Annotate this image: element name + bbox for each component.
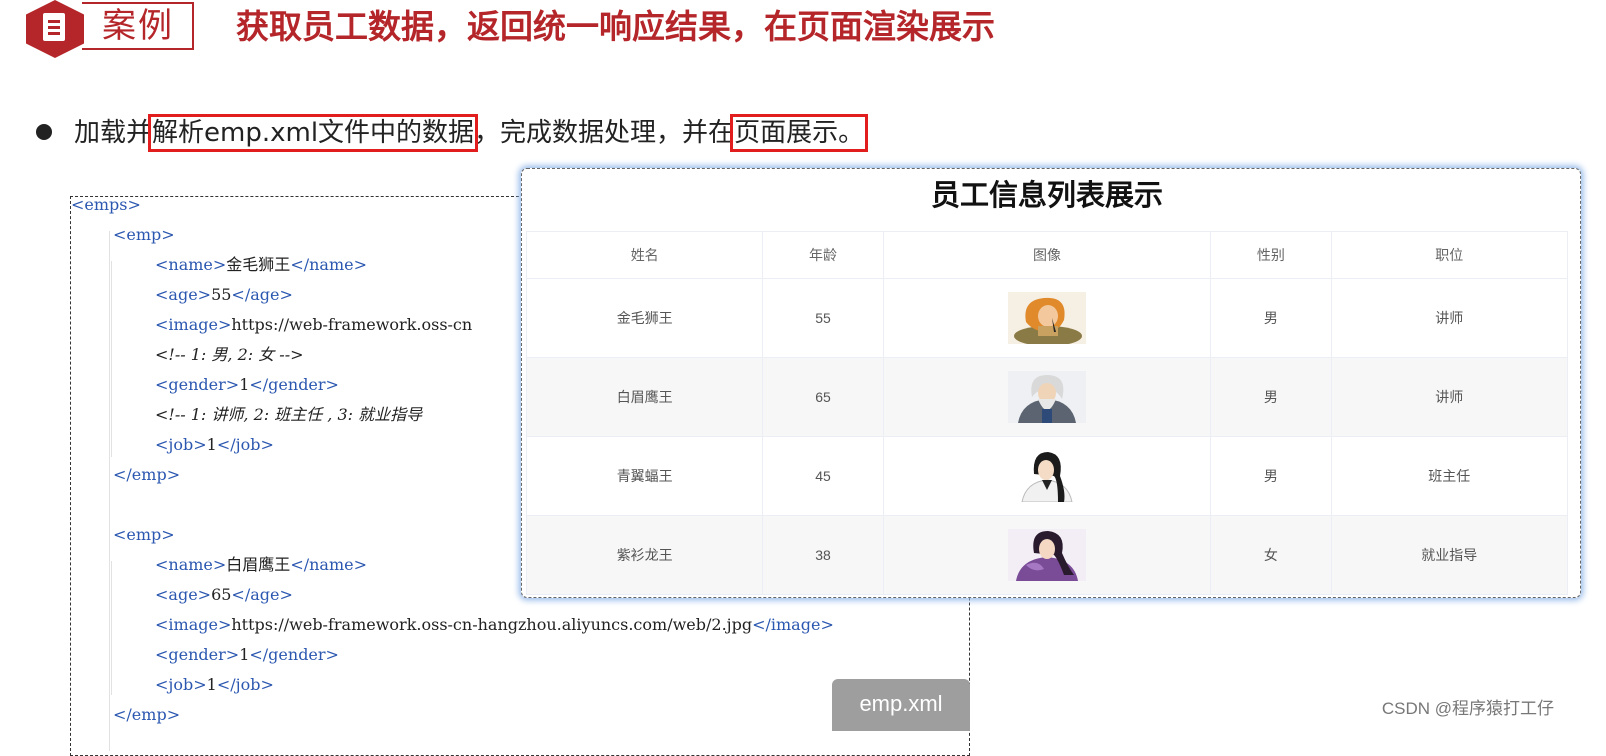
cell-age: 45 — [762, 436, 884, 516]
cell-gender: 男 — [1210, 357, 1332, 437]
code-line: <age>65</age> — [155, 585, 293, 604]
employee-avatar-icon — [1007, 529, 1086, 581]
task-prefix: 加载并 — [74, 118, 153, 148]
col-header-name: 姓名 — [525, 231, 764, 279]
file-tab-emp-xml[interactable]: emp.xml — [832, 679, 970, 731]
code-line: <gender>1</gender> — [155, 375, 339, 394]
case-badge: 案例 — [26, 0, 196, 58]
cell-image — [882, 515, 1212, 595]
code-comment: <!-- 1: 讲师, 2: 班主任 , 3: 就业指导 — [155, 405, 423, 424]
col-header-age: 年龄 — [762, 231, 884, 279]
indent-guide — [111, 561, 112, 695]
cell-gender: 男 — [1210, 436, 1332, 516]
col-header-image: 图像 — [882, 231, 1212, 279]
code-line: <job>1</job> — [155, 435, 274, 454]
code-line: <gender>1</gender> — [155, 645, 339, 664]
indent-guide — [109, 231, 110, 751]
code-line: <emp> — [113, 225, 175, 244]
watermark: CSDN @程序猿打工仔 — [1381, 699, 1554, 718]
col-header-job: 职位 — [1330, 231, 1569, 279]
code-line: <emps> — [71, 195, 141, 214]
employee-avatar-icon — [1007, 371, 1086, 423]
code-line: <emp> — [113, 525, 175, 544]
employee-table: 姓名 年龄 图像 性别 职位 金毛狮王 55 男 讲师 白眉鹰王 65 男 讲师… — [525, 231, 1569, 595]
cell-name: 白眉鹰王 — [525, 357, 764, 437]
code-line: <name>金毛狮王</name> — [155, 255, 367, 274]
code-line: </emp> — [113, 705, 181, 724]
cell-gender: 男 — [1210, 278, 1332, 358]
col-header-gender: 性别 — [1210, 231, 1332, 279]
cell-name: 青翼蝠王 — [525, 436, 764, 516]
task-middle: ，完成数据处理，并在 — [474, 118, 735, 148]
table-row: 金毛狮王 55 男 讲师 — [525, 278, 1569, 358]
cell-age: 38 — [762, 515, 884, 595]
cell-image — [882, 436, 1212, 516]
cell-name: 金毛狮王 — [525, 278, 764, 358]
code-line: <job>1</job> — [155, 675, 274, 694]
highlight-parse-xml: 解析emp.xml文件中的数据 — [148, 114, 479, 152]
cell-job: 讲师 — [1330, 357, 1569, 437]
indent-guide — [111, 261, 112, 457]
cell-name: 紫衫龙王 — [525, 515, 764, 595]
task-description: 加载并解析emp.xml文件中的数据，完成数据处理，并在页面展示。 — [74, 114, 869, 152]
highlight-page-display: 页面展示。 — [730, 114, 869, 152]
document-icon — [26, 0, 84, 58]
cell-age: 55 — [762, 278, 884, 358]
employee-table-panel: 员工信息列表展示 姓名 年龄 图像 性别 职位 金毛狮王 55 男 讲师 白眉鹰… — [521, 168, 1581, 598]
bullet-dot — [36, 124, 52, 140]
table-row: 紫衫龙王 38 女 就业指导 — [525, 515, 1569, 595]
case-label: 案例 — [102, 6, 174, 46]
code-comment: <!-- 1: 男, 2: 女 --> — [155, 345, 304, 364]
table-title: 员工信息列表展示 — [930, 178, 1163, 212]
table-row: 青翼蝠王 45 男 班主任 — [525, 436, 1569, 516]
cell-job: 就业指导 — [1330, 515, 1569, 595]
cell-job: 班主任 — [1330, 436, 1569, 516]
cell-age: 65 — [762, 357, 884, 437]
code-line: <age>55</age> — [155, 285, 293, 304]
code-line: <name>白眉鹰王</name> — [155, 555, 367, 574]
cell-image — [882, 278, 1212, 358]
cell-gender: 女 — [1210, 515, 1332, 595]
code-line: <image>https://web-framework.oss-cn — [155, 315, 473, 334]
code-line: </emp> — [113, 465, 181, 484]
table-header-row: 姓名 年龄 图像 性别 职位 — [525, 231, 1569, 279]
employee-avatar-icon — [1007, 450, 1086, 502]
table-row: 白眉鹰王 65 男 讲师 — [525, 357, 1569, 437]
cell-job: 讲师 — [1330, 278, 1569, 358]
employee-avatar-icon — [1007, 292, 1086, 344]
page-title: 获取员工数据，返回统一响应结果，在页面渲染展示 — [236, 7, 995, 46]
cell-image — [882, 357, 1212, 437]
code-line: <image>https://web-framework.oss-cn-hang… — [155, 615, 834, 634]
